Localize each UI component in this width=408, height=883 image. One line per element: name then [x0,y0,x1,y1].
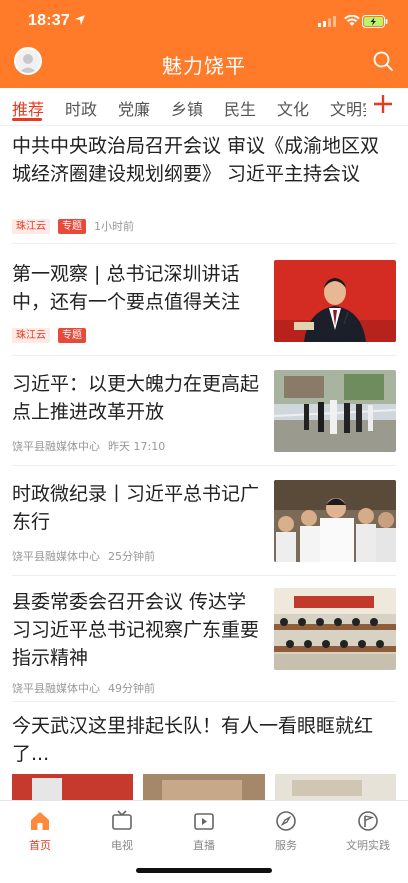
tab-recommend[interactable]: 推荐 [12,96,44,120]
news-time: 25分钟前 [108,550,155,563]
tabbar-civilization[interactable]: 文明实践 [338,809,398,853]
active-tab-indicator [12,118,42,121]
news-item[interactable]: 县委常委会召开会议 传达学习习近平总书记视察广东重要指示精神 饶平县融媒体中心 … [12,582,396,702]
tabbar-label: 电视 [111,839,133,852]
news-title: 时政微纪录丨习近平总书记广东行 [12,483,260,533]
news-item[interactable]: 今天武汉这里排起长队！有人一看眼眶就红了... [12,708,396,800]
compass-icon [276,811,296,831]
source-name: 饶平县融媒体中心 [12,550,100,563]
news-meta: 珠江云 专题 1小时前 [12,218,134,234]
news-item[interactable]: 第一观察 | 总书记深圳讲话中，还有一个要点值得关注 珠江云 专题 [12,250,396,356]
tabbar-label: 首页 [29,839,51,852]
tabbar-home[interactable]: 首页 [10,809,70,853]
news-thumbnail [274,588,396,670]
news-thumbnail [274,480,396,562]
news-image-strip [12,774,396,800]
add-channel-icon[interactable] [372,93,394,115]
source-badge: 珠江云 [12,218,50,234]
news-meta: 珠江云 专题 [12,328,86,343]
tab-party[interactable]: 党廉 [118,96,150,120]
tabbar-service[interactable]: 服务 [256,809,316,853]
tabbar-label: 直播 [193,839,215,852]
tabbar-live[interactable]: 直播 [174,809,234,853]
news-title: 习近平：以更大魄力在更高起点上推进改革开放 [12,373,260,423]
tab-livelihood[interactable]: 民生 [224,96,256,120]
news-title: 县委常委会召开会议 传达学习习近平总书记视察广东重要指示精神 [12,591,260,669]
tab-politics[interactable]: 时政 [65,96,97,120]
news-title: 今天武汉这里排起长队！有人一看眼眶就红了... [12,715,374,765]
search-icon[interactable] [372,50,394,72]
news-meta: 饶平县融媒体中心 昨天 17:10 [12,438,165,454]
news-thumbnail [274,260,396,342]
battery-charging-icon [362,15,388,28]
news-item[interactable]: 习近平：以更大魄力在更高起点上推进改革开放 饶平县融媒体中心 昨天 17:10 [12,362,396,466]
news-meta: 饶平县融媒体中心 49分钟前 [12,680,155,696]
tab-civilization[interactable]: 文明实 [330,96,366,120]
nav-bar: 魅力饶平 [0,44,408,84]
tab-towns[interactable]: 乡镇 [171,96,203,120]
category-tabs: 推荐 时政 党廉 乡镇 民生 文化 文明实 [0,88,408,126]
news-meta: 饶平县融媒体中心 25分钟前 [12,548,155,564]
news-title: 中共中央政治局召开会议 审议《成渝地区双城经济圈建设规划纲要》 习近平主持会议 [12,135,380,185]
tab-culture[interactable]: 文化 [277,96,309,120]
source-badge: 珠江云 [12,328,50,343]
source-name: 饶平县融媒体中心 [12,440,100,453]
tv-icon [112,810,132,830]
status-bar: 18:37 [0,0,408,44]
news-time: 1小时前 [94,220,134,233]
tabbar-label: 文明实践 [346,839,390,852]
live-icon [194,813,214,830]
source-name: 饶平县融媒体中心 [12,682,100,695]
home-icon [31,812,49,830]
news-item[interactable]: 中共中央政治局召开会议 审议《成渝地区双城经济圈建设规划纲要》 习近平主持会议 … [12,132,396,244]
news-item[interactable]: 时政微纪录丨习近平总书记广东行 饶平县融媒体中心 25分钟前 [12,472,396,576]
tabbar-tv[interactable]: 电视 [92,809,152,853]
topic-badge: 专题 [58,218,86,234]
signal-icon [318,16,336,27]
wifi-icon [344,15,360,26]
news-title: 第一观察 | 总书记深圳讲话中，还有一个要点值得关注 [12,263,241,313]
flag-icon [358,811,378,831]
status-time: 18:37 [28,12,70,29]
news-time: 昨天 17:10 [108,440,166,453]
home-indicator [136,868,272,873]
news-time: 49分钟前 [108,682,155,695]
location-arrow-icon [75,15,85,25]
topic-badge: 专题 [58,328,86,343]
tabbar-label: 服务 [275,839,297,852]
page-title: 魅力饶平 [162,54,246,78]
news-thumbnail [274,370,396,452]
